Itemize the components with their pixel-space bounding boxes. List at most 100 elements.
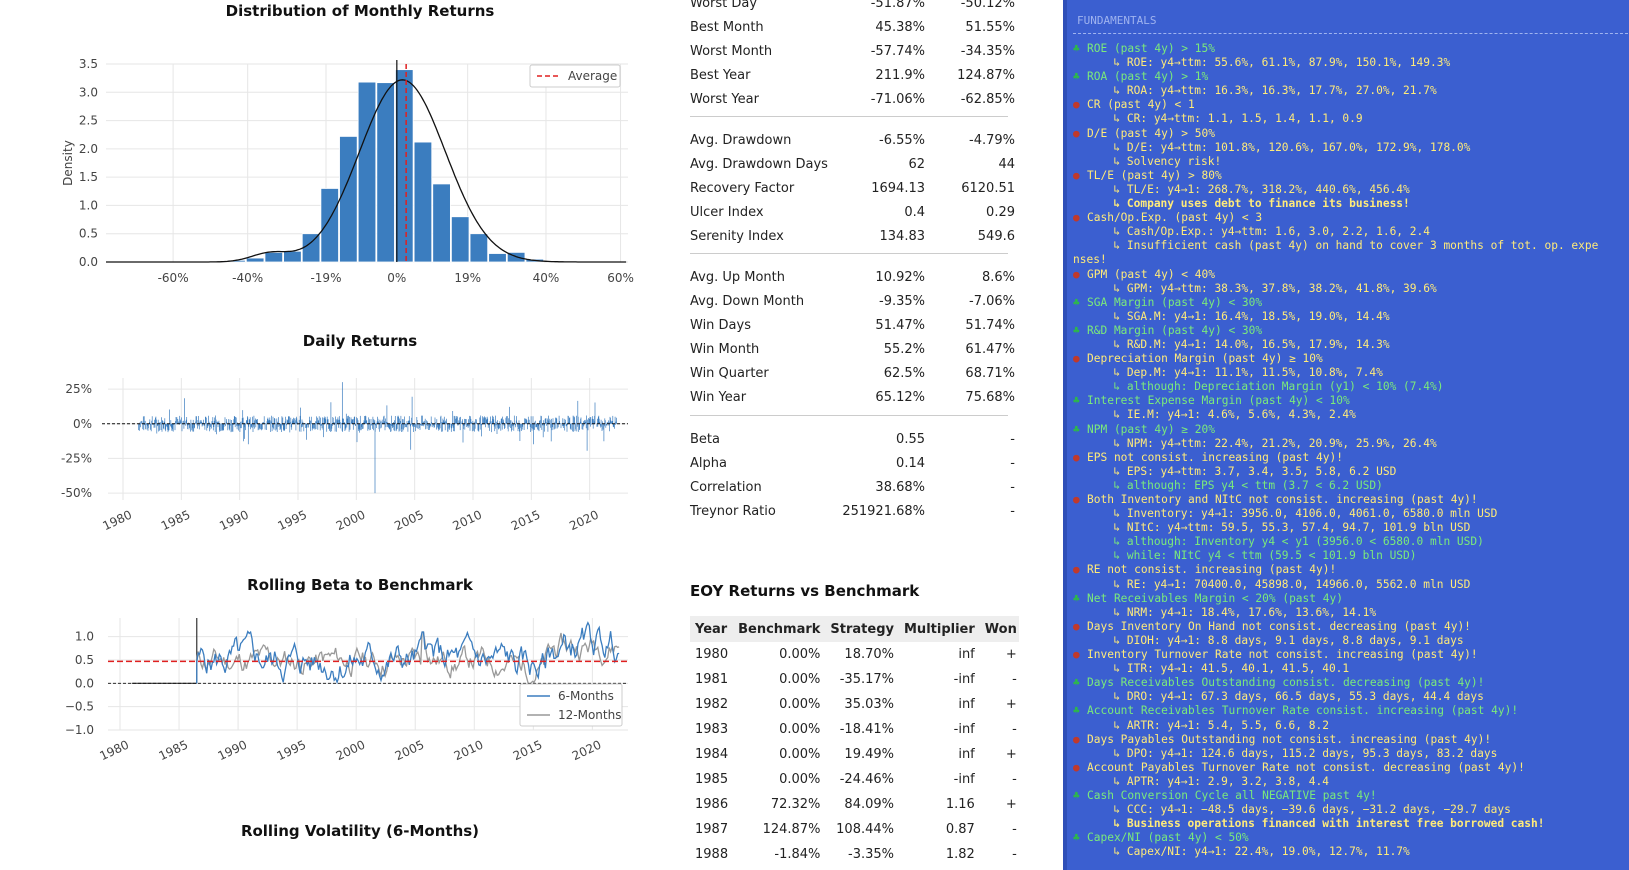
terminal-line: ↳ Dep.M: y4→1: 11.1%, 11.5%, 10.8%, 7.4% — [1073, 366, 1629, 380]
terminal-line: Inventory Turnover Rate not consist. inc… — [1073, 648, 1629, 662]
table-row: 1988 -1.84% -3.35% 1.82 - — [690, 842, 1019, 867]
terminal-line-text: Cash Conversion Cycle all NEGATIVE past … — [1087, 788, 1377, 802]
x-tick-label: 2010 — [452, 738, 486, 764]
ladybug-icon — [1073, 493, 1087, 507]
y-tick-label: 3.5 — [79, 57, 98, 71]
terminal-line: ↳ GPM: y4→ttm: 38.3%, 37.8%, 38.2%, 41.8… — [1073, 282, 1629, 296]
eoy-column-header: Year — [690, 616, 734, 642]
eoy-cell: inf — [958, 747, 975, 762]
terminal-line-text: Capex/NI (past 4y) < 50% — [1087, 831, 1249, 845]
ladybug-icon — [1073, 352, 1087, 366]
metric-label: Avg. Down Month — [690, 294, 805, 309]
table-row: 1986 72.32% 84.09% 1.16 + — [690, 792, 1019, 817]
terminal-line-text: ROE (past 4y) > 15% — [1087, 42, 1215, 55]
terminal-line: ROE (past 4y) > 15% — [1073, 42, 1629, 56]
histogram-bar — [469, 233, 489, 263]
terminal-line: NPM (past 4y) ≥ 20% — [1073, 423, 1629, 437]
eoy-cell: -1.84% — [774, 847, 821, 862]
terminal-line-text: Interest Expense Margin (past 4y) < 10% — [1087, 394, 1350, 408]
terminal-line-text: EPS not consist. increasing (past 4y)! — [1087, 450, 1343, 464]
terminal-line-text: Days Receivables Outstanding consist. de… — [1087, 676, 1485, 690]
terminal-line: Days Inventory On Hand not consist. decr… — [1073, 620, 1629, 634]
distribution-chart-title: Distribution of Monthly Returns — [225, 2, 495, 20]
terminal-line-text: ↳ IE.M: y4→1: 4.6%, 5.6%, 4.3%, 2.4% — [1073, 408, 1356, 422]
eoy-cell: -inf — [953, 722, 975, 737]
terminal-line: CR (past 4y) < 1 — [1073, 98, 1629, 112]
y-tick-label: 1.0 — [79, 198, 98, 212]
terminal-line-text: ↳ TL/E: y4→1: 268.7%, 318.2%, 440.6%, 45… — [1073, 182, 1410, 196]
terminal-line: Capex/NI (past 4y) < 50% — [1073, 831, 1629, 845]
metric-row: Win Year 65.12% 75.68% — [690, 386, 1015, 410]
metric-label: Correlation — [690, 480, 762, 495]
x-tick-label: 2000 — [334, 738, 368, 764]
metric-row: Serenity Index 134.83 549.6 — [690, 225, 1015, 249]
terminal-line-text: ↳ DIOH: y4→1: 8.8 days, 9.1 days, 8.8 da… — [1073, 633, 1464, 647]
terminal-line: ↳ Business operations financed with inte… — [1073, 817, 1629, 831]
table-row: 1987 124.87% 108.44% 0.87 - — [690, 817, 1019, 842]
terminal-line-text: ↳ Cash/Op.Exp.: y4→ttm: 1.6, 3.0, 2.2, 1… — [1073, 225, 1430, 239]
ladybug-icon — [1073, 268, 1087, 282]
terminal-line: ROA (past 4y) > 1% — [1073, 70, 1629, 84]
eoy-cell: -inf — [953, 772, 975, 787]
terminal-line: Both Inventory and NItC not consist. inc… — [1073, 493, 1629, 507]
metric-row: Correlation 38.68% - — [690, 476, 1015, 500]
metric-benchmark-value: 124.87% — [957, 68, 1015, 83]
metric-strategy-value: 65.12% — [875, 390, 925, 405]
ladybug-icon — [1073, 211, 1087, 225]
terminal-line: ↳ although: Depreciation Margin (y1) < 1… — [1073, 380, 1629, 394]
clover-icon — [1073, 676, 1087, 690]
y-tick-label: 0.0 — [79, 255, 98, 269]
histogram-bar — [413, 141, 433, 263]
x-tick-label: 2005 — [392, 508, 426, 534]
terminal-line-text: ↳ CR: y4→ttm: 1.1, 1.5, 1.4, 1.1, 0.9 — [1073, 112, 1363, 126]
terminal-line-text: Net Receivables Margin < 20% (past 4y) — [1087, 591, 1343, 605]
y-tick-label: 2.0 — [79, 142, 98, 156]
eoy-cell: -inf — [953, 672, 975, 687]
metric-benchmark-value: -4.79% — [969, 133, 1015, 148]
eoy-cell: + — [1005, 647, 1017, 662]
metric-row: Avg. Down Month -9.35% -7.06% — [690, 290, 1015, 314]
metric-strategy-value: -71.06% — [870, 92, 925, 107]
terminal-line: TL/E (past 4y) > 80% — [1073, 169, 1629, 183]
terminal-line-text: ↳ although: EPS y4 < ttm (3.7 < 6.2 USD) — [1073, 478, 1383, 492]
eoy-cell: 1988 — [695, 847, 729, 862]
eoy-cell: - — [1012, 847, 1017, 862]
metric-benchmark-value: 61.47% — [965, 342, 1015, 357]
histogram-bar — [264, 251, 284, 263]
terminal-line-text: ↳ NItC: y4→ttm: 59.5, 55.3, 57.4, 94.7, … — [1073, 521, 1471, 535]
clover-icon — [1073, 394, 1087, 408]
terminal-line-text: nses! — [1073, 253, 1107, 267]
y-tick-label: −0.5 — [65, 700, 94, 714]
fundamentals-terminal[interactable]: FUNDAMENTALS ROE (past 4y) > 15% ↳ ROE: … — [1063, 0, 1629, 870]
metric-strategy-value: 251921.68% — [842, 504, 925, 519]
terminal-line: R&D Margin (past 4y) < 30% — [1073, 324, 1629, 338]
terminal-line-text: ↳ Capex/NI: y4→1: 22.4%, 19.0%, 12.7%, 1… — [1073, 845, 1410, 859]
metric-label: Win Month — [690, 342, 760, 357]
metric-strategy-value: -6.55% — [879, 133, 925, 148]
terminal-line-text: TL/E (past 4y) > 80% — [1087, 168, 1222, 182]
metric-label: Avg. Drawdown — [690, 133, 792, 148]
y-tick-label: 25% — [65, 382, 92, 396]
metric-label: Alpha — [690, 456, 727, 471]
eoy-cell: - — [1012, 772, 1017, 787]
terminal-line: Interest Expense Margin (past 4y) < 10% — [1073, 394, 1629, 408]
terminal-line-text: SGA Margin (past 4y) < 30% — [1087, 295, 1263, 309]
eoy-cell: 0.00% — [779, 722, 821, 737]
ladybug-icon — [1073, 563, 1087, 577]
metric-row: Alpha 0.14 - — [690, 452, 1015, 476]
terminal-line-text: Inventory Turnover Rate not consist. inc… — [1087, 648, 1478, 662]
metric-label: Avg. Drawdown Days — [690, 157, 828, 172]
metric-row: Best Month 45.38% 51.55% — [690, 16, 1015, 40]
eoy-cell: 1985 — [695, 772, 729, 787]
metric-benchmark-value: - — [1010, 432, 1015, 447]
terminal-line: D/E (past 4y) > 50% — [1073, 127, 1629, 141]
ladybug-icon — [1073, 169, 1087, 183]
metric-strategy-value: 211.9% — [875, 68, 925, 83]
eoy-cell: - — [1012, 672, 1017, 687]
eoy-cell: 35.03% — [844, 697, 894, 712]
terminal-line-text: ↳ ROE: y4→ttm: 55.6%, 61.1%, 87.9%, 150.… — [1073, 56, 1451, 70]
charts-column: Distribution of Monthly Returns 0.0 0.5 1.… — [0, 0, 660, 870]
terminal-line: ↳ although: Inventory y4 < y1 (3956.0 < … — [1073, 535, 1629, 549]
x-tick-label: 2020 — [567, 508, 601, 534]
x-tick-label: 2010 — [451, 508, 485, 534]
